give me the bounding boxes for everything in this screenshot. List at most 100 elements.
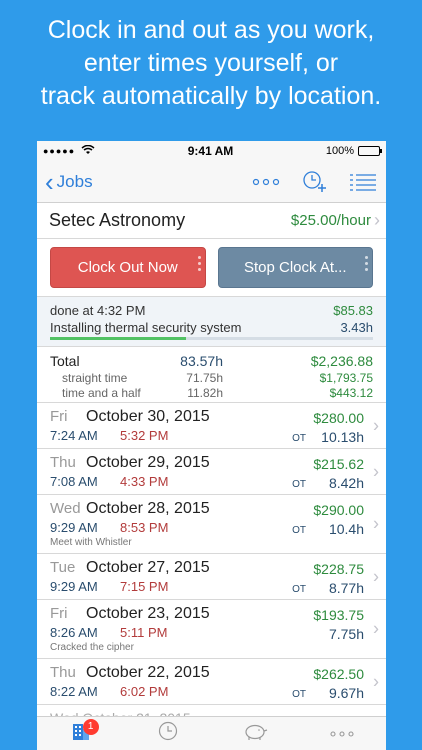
clock-buttons: Clock Out Now Stop Clock At... <box>37 239 386 297</box>
entry-clock-out: 7:15 PM <box>120 579 169 594</box>
entry-hours: 10.13h <box>321 429 364 445</box>
chevron-right-icon: › <box>373 461 379 481</box>
entry-date: October 23, 2015 <box>86 605 210 622</box>
more-vertical-icon <box>197 256 201 271</box>
tab-earnings[interactable] <box>225 717 285 750</box>
chevron-right-icon: › <box>373 415 379 435</box>
current-hours: 3.43h <box>340 320 373 335</box>
entry-hours: 8.77h <box>328 580 364 596</box>
clock-out-label: Clock Out Now <box>77 259 178 276</box>
list-item[interactable]: Fri October 23, 2015 8:26 AM 5:11 PM Cracked… <box>37 600 386 659</box>
current-done-text: done at 4:32 PM <box>50 303 146 318</box>
wifi-icon <box>81 144 95 158</box>
overtime-badge: OT <box>292 584 306 595</box>
list-item[interactable]: Wed October 28, 2015 9:29 AM 8:53 PM Meet wi… <box>37 495 386 554</box>
entry-clock-out: 6:02 PM <box>120 684 169 699</box>
signal-dots: ●●●●● <box>43 146 76 156</box>
tab-bar: 1 <box>37 716 386 750</box>
current-task: Installing thermal security system <box>50 320 242 335</box>
back-label: Jobs <box>56 171 93 191</box>
entry-amount: $193.75 <box>313 607 364 623</box>
list-item[interactable]: Fri October 30, 2015 7:24 AM 5:32 PM $280.00… <box>37 403 386 449</box>
entry-amount: $280.00 <box>313 410 364 426</box>
entry-clock-out: 8:53 PM <box>120 520 169 535</box>
entry-amount: $215.62 <box>313 456 364 472</box>
entry-clock-in: 9:29 AM <box>50 579 98 594</box>
chevron-right-icon: › <box>373 513 379 534</box>
back-button[interactable]: ‹ Jobs <box>45 166 93 197</box>
entry-amount: $290.00 <box>313 502 364 518</box>
battery-icon <box>358 146 382 156</box>
job-name: Setec Astronomy <box>49 210 186 230</box>
list-icon[interactable] <box>350 173 376 191</box>
nav-bar: ‹ Jobs <box>37 161 386 203</box>
entry-clock-out: 4:33 PM <box>120 474 169 489</box>
entry-date: October 28, 2015 <box>86 500 210 517</box>
current-session[interactable]: done at 4:32 PM $85.83 Installing therma… <box>37 297 386 347</box>
headline: Clock in and out as you work, enter time… <box>0 14 422 113</box>
chevron-right-icon: › <box>373 566 379 586</box>
job-rate: $25.00/hour › <box>291 210 380 231</box>
entry-amount: $228.75 <box>313 561 364 577</box>
entry-weekday: Fri <box>50 408 68 425</box>
entry-date: October 30, 2015 <box>86 408 210 425</box>
entry-weekday: Fri <box>50 605 68 622</box>
entry-note: Cracked the cipher <box>50 642 134 653</box>
tab-clock[interactable] <box>138 717 198 750</box>
clock-plus-icon[interactable] <box>302 170 328 194</box>
clock-out-button[interactable]: Clock Out Now <box>50 247 206 288</box>
job-header[interactable]: Setec Astronomy $25.00/hour › <box>37 203 386 239</box>
entry-clock-out: 5:32 PM <box>120 428 169 443</box>
status-time: 9:41 AM <box>187 144 234 158</box>
session-progress-bar <box>50 337 373 340</box>
straight-time-label: straight time <box>62 371 128 385</box>
overtime-badge: OT <box>292 525 306 536</box>
stop-clock-button[interactable]: Stop Clock At... <box>217 247 373 288</box>
chevron-right-icon: › <box>373 671 379 691</box>
total-hours: 83.57h <box>180 353 223 369</box>
headline-line-1: Clock in and out as you work, <box>47 16 375 44</box>
entry-hours: 7.75h <box>328 626 364 642</box>
entry-weekday: Thu <box>50 664 76 681</box>
list-item[interactable]: Tue October 27, 2015 9:29 AM 7:15 PM $228.75… <box>37 554 386 600</box>
chevron-left-icon: ‹ <box>45 166 54 197</box>
ellipsis-icon <box>329 725 355 743</box>
straight-time-amount: $1,793.75 <box>319 371 373 385</box>
time-and-half-hours: 11.82h <box>187 386 223 400</box>
ellipsis-icon[interactable] <box>252 178 280 186</box>
overtime-badge: OT <box>292 479 306 490</box>
entry-date: October 27, 2015 <box>86 559 210 576</box>
total-amount: $2,236.88 <box>310 353 373 369</box>
entry-clock-in: 7:24 AM <box>50 428 98 443</box>
overtime-badge: OT <box>292 689 306 700</box>
tab-more[interactable] <box>312 717 372 750</box>
session-progress-fill <box>50 337 186 340</box>
headline-line-2: enter times yourself, or <box>83 49 339 77</box>
totals-section: Total 83.57h $2,236.88 straight time 71.… <box>37 347 386 403</box>
list-item[interactable]: Thu October 29, 2015 7:08 AM 4:33 PM $215.62… <box>37 449 386 495</box>
job-rate-value: $25.00/hour <box>290 212 371 229</box>
entry-weekday: Wed <box>50 500 81 517</box>
notification-badge: 1 <box>82 718 99 735</box>
time-and-half-label: time and a half <box>62 386 141 400</box>
list-item[interactable]: Thu October 22, 2015 8:22 AM 6:02 PM $262.50… <box>37 659 386 705</box>
piggy-bank-icon <box>242 721 268 746</box>
more-vertical-icon <box>365 256 368 271</box>
entry-clock-in: 7:08 AM <box>50 474 98 489</box>
entry-weekday: Thu <box>50 454 76 471</box>
entry-clock-in: 9:29 AM <box>50 520 98 535</box>
entry-clock-in: 8:22 AM <box>50 684 98 699</box>
entry-amount: $262.50 <box>313 666 364 682</box>
total-label: Total <box>50 353 80 369</box>
entry-weekday: Tue <box>50 559 76 576</box>
phone-screen: ●●●●● 9:41 AM 100% ‹ Jobs Setec Astronom… <box>37 141 386 750</box>
entry-clock-out: 5:11 PM <box>120 625 168 640</box>
tab-jobs[interactable]: 1 <box>51 717 111 750</box>
time-and-half-amount: $443.12 <box>329 386 373 400</box>
entry-hours: 9.67h <box>328 685 364 701</box>
chevron-right-icon: › <box>373 618 379 639</box>
entry-hours: 10.4h <box>328 521 364 537</box>
chevron-right-icon: › <box>374 210 380 230</box>
status-bar: ●●●●● 9:41 AM 100% <box>37 141 386 161</box>
entry-hours: 8.42h <box>328 475 364 491</box>
